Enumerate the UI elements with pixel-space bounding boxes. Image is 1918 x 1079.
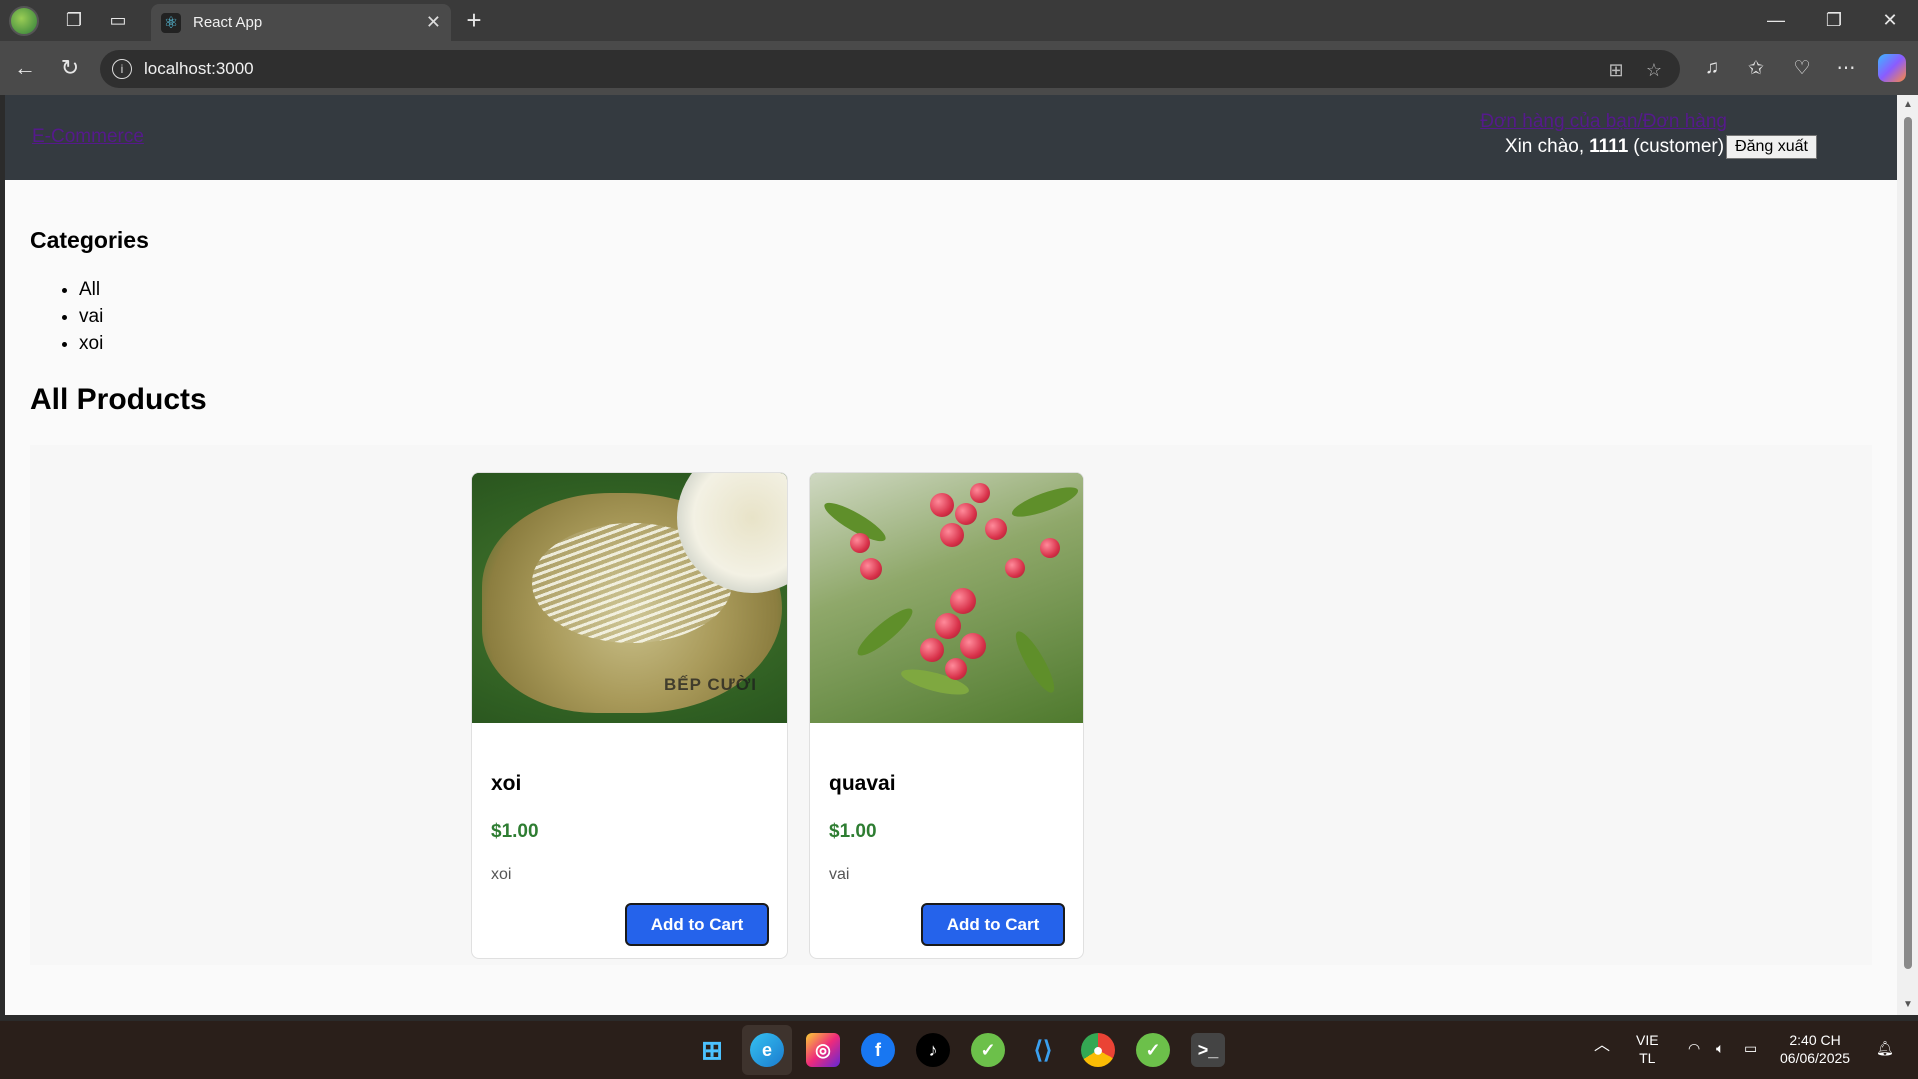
instagram-icon[interactable]: ◎: [806, 1033, 840, 1067]
product-image-xoi: BẾP CƯỜI: [472, 473, 787, 723]
minimize-button[interactable]: —: [1748, 0, 1804, 41]
site-header: E-Commerce Đơn hàng của bạn/Đơn hàng Xin…: [5, 95, 1897, 180]
windows-start-icon[interactable]: ⊞: [695, 1033, 729, 1067]
profile-avatar[interactable]: [9, 5, 39, 36]
vscode-icon[interactable]: ⟨⟩: [1026, 1033, 1060, 1067]
site-info-icon[interactable]: i: [112, 59, 132, 79]
more-menu-icon[interactable]: ⋯: [1830, 52, 1862, 84]
products-title: All Products: [30, 383, 207, 416]
lang-top: VIE: [1636, 1032, 1659, 1048]
os-taskbar: ⊞ e ◎ f ♪ ✓ ⟨⟩ ● ✓ >_ ︿ VIE TL ◠ 🔈︎ ▭ 2:…: [0, 1021, 1918, 1079]
brand-link[interactable]: E-Commerce: [32, 126, 144, 148]
favorite-star-icon[interactable]: ☆: [1642, 58, 1666, 82]
product-card-xoi: BẾP CƯỜI xoi $1.00 xoi Add to Cart: [471, 472, 788, 959]
date: 06/06/2025: [1780, 1050, 1851, 1066]
page-scrollbar[interactable]: ▲ ▼: [1897, 95, 1918, 1015]
scrollbar-thumb[interactable]: [1904, 117, 1912, 969]
category-item-xoi[interactable]: xoi: [79, 330, 103, 357]
refresh-icon[interactable]: ↻: [54, 52, 86, 84]
url-text: localhost:3000: [144, 59, 254, 78]
product-price: $1.00: [491, 821, 539, 842]
product-description: xoi: [491, 866, 512, 883]
time: 2:40 CH: [1789, 1032, 1841, 1048]
battery-icon[interactable]: ▭: [1744, 1039, 1757, 1057]
app-icon[interactable]: ✓: [971, 1033, 1005, 1067]
workspaces-icon[interactable]: ❐: [54, 0, 94, 40]
product-name: xoi: [491, 772, 522, 795]
app-icon-2[interactable]: ✓: [1136, 1033, 1170, 1067]
favorites-icon[interactable]: ✩: [1740, 52, 1772, 84]
react-icon: ⚛: [161, 12, 181, 33]
add-to-cart-button[interactable]: Add to Cart: [625, 903, 769, 946]
close-tab-icon[interactable]: ✕: [426, 12, 441, 33]
product-image-quavai: [810, 473, 1083, 723]
terminal-icon[interactable]: >_: [1191, 1033, 1225, 1067]
language-indicator[interactable]: VIE TL: [1636, 1031, 1659, 1067]
new-tab-button[interactable]: +: [458, 4, 490, 36]
header-user-area: Đơn hàng của bạn/Đơn hàng Xin chào, 1111…: [1480, 111, 1817, 159]
back-arrow-icon[interactable]: ←: [9, 52, 41, 84]
product-description: vai: [829, 866, 850, 883]
category-list: All vai xoi: [54, 276, 103, 357]
lang-bottom: TL: [1639, 1050, 1656, 1066]
scroll-down-icon[interactable]: ▼: [1902, 999, 1914, 1011]
browser-tab-bar: ❐ ▭ ⚛ React App ✕ + — ❐ ✕: [0, 0, 1918, 41]
close-window-button[interactable]: ✕: [1862, 0, 1918, 41]
greeting-prefix: Xin chào,: [1504, 136, 1585, 157]
facebook-icon[interactable]: f: [861, 1033, 895, 1067]
show-hidden-icons[interactable]: ︿: [1594, 1037, 1610, 1055]
add-to-cart-button[interactable]: Add to Cart: [921, 903, 1065, 946]
tab-title: React App: [193, 14, 263, 31]
restore-button[interactable]: ❐: [1806, 0, 1862, 41]
chrome-icon[interactable]: ●: [1081, 1033, 1115, 1067]
app-available-icon[interactable]: ⊞: [1604, 58, 1628, 82]
browser-essentials-icon[interactable]: ♡: [1786, 52, 1818, 84]
volume-icon[interactable]: 🔈︎: [1716, 1039, 1724, 1057]
username: 1111: [1589, 136, 1629, 157]
copilot-icon[interactable]: [1878, 54, 1906, 82]
categories-title: Categories: [30, 227, 149, 253]
greeting: Xin chào, 1111 (customer) Đăng xuất: [1480, 135, 1817, 159]
wifi-icon[interactable]: ◠: [1688, 1039, 1700, 1057]
image-watermark: BẾP CƯỜI: [664, 675, 757, 694]
product-name: quavai: [829, 772, 896, 795]
product-price: $1.00: [829, 821, 877, 842]
browser-toolbar: ← ↻ i localhost:3000 ⊞ ☆ ♫ ✩ ♡ ⋯: [0, 41, 1918, 95]
notification-bell-icon[interactable]: 🔔︎: [1876, 1039, 1894, 1057]
user-role: (customer): [1633, 136, 1725, 157]
orders-link[interactable]: Đơn hàng của bạn/Đơn hàng: [1480, 111, 1727, 133]
edge-icon[interactable]: e: [750, 1033, 784, 1067]
address-bar[interactable]: i localhost:3000 ⊞ ☆: [100, 50, 1680, 88]
page-viewport: E-Commerce Đơn hàng của bạn/Đơn hàng Xin…: [5, 95, 1897, 1015]
product-grid: BẾP CƯỜI xoi $1.00 xoi Add to Cart quava…: [30, 445, 1872, 965]
read-aloud-icon[interactable]: ♫: [1696, 52, 1728, 84]
category-item-all[interactable]: All: [79, 276, 103, 303]
tab-actions-icon[interactable]: ▭: [98, 0, 138, 40]
product-card-quavai: quavai $1.00 vai Add to Cart: [809, 472, 1084, 959]
scroll-up-icon[interactable]: ▲: [1902, 99, 1914, 111]
category-item-vai[interactable]: vai: [79, 303, 103, 330]
clock[interactable]: 2:40 CH 06/06/2025: [1780, 1031, 1850, 1067]
tiktok-icon[interactable]: ♪: [916, 1033, 950, 1067]
logout-button[interactable]: Đăng xuất: [1726, 135, 1817, 159]
tab-react-app[interactable]: ⚛ React App ✕: [151, 4, 451, 41]
